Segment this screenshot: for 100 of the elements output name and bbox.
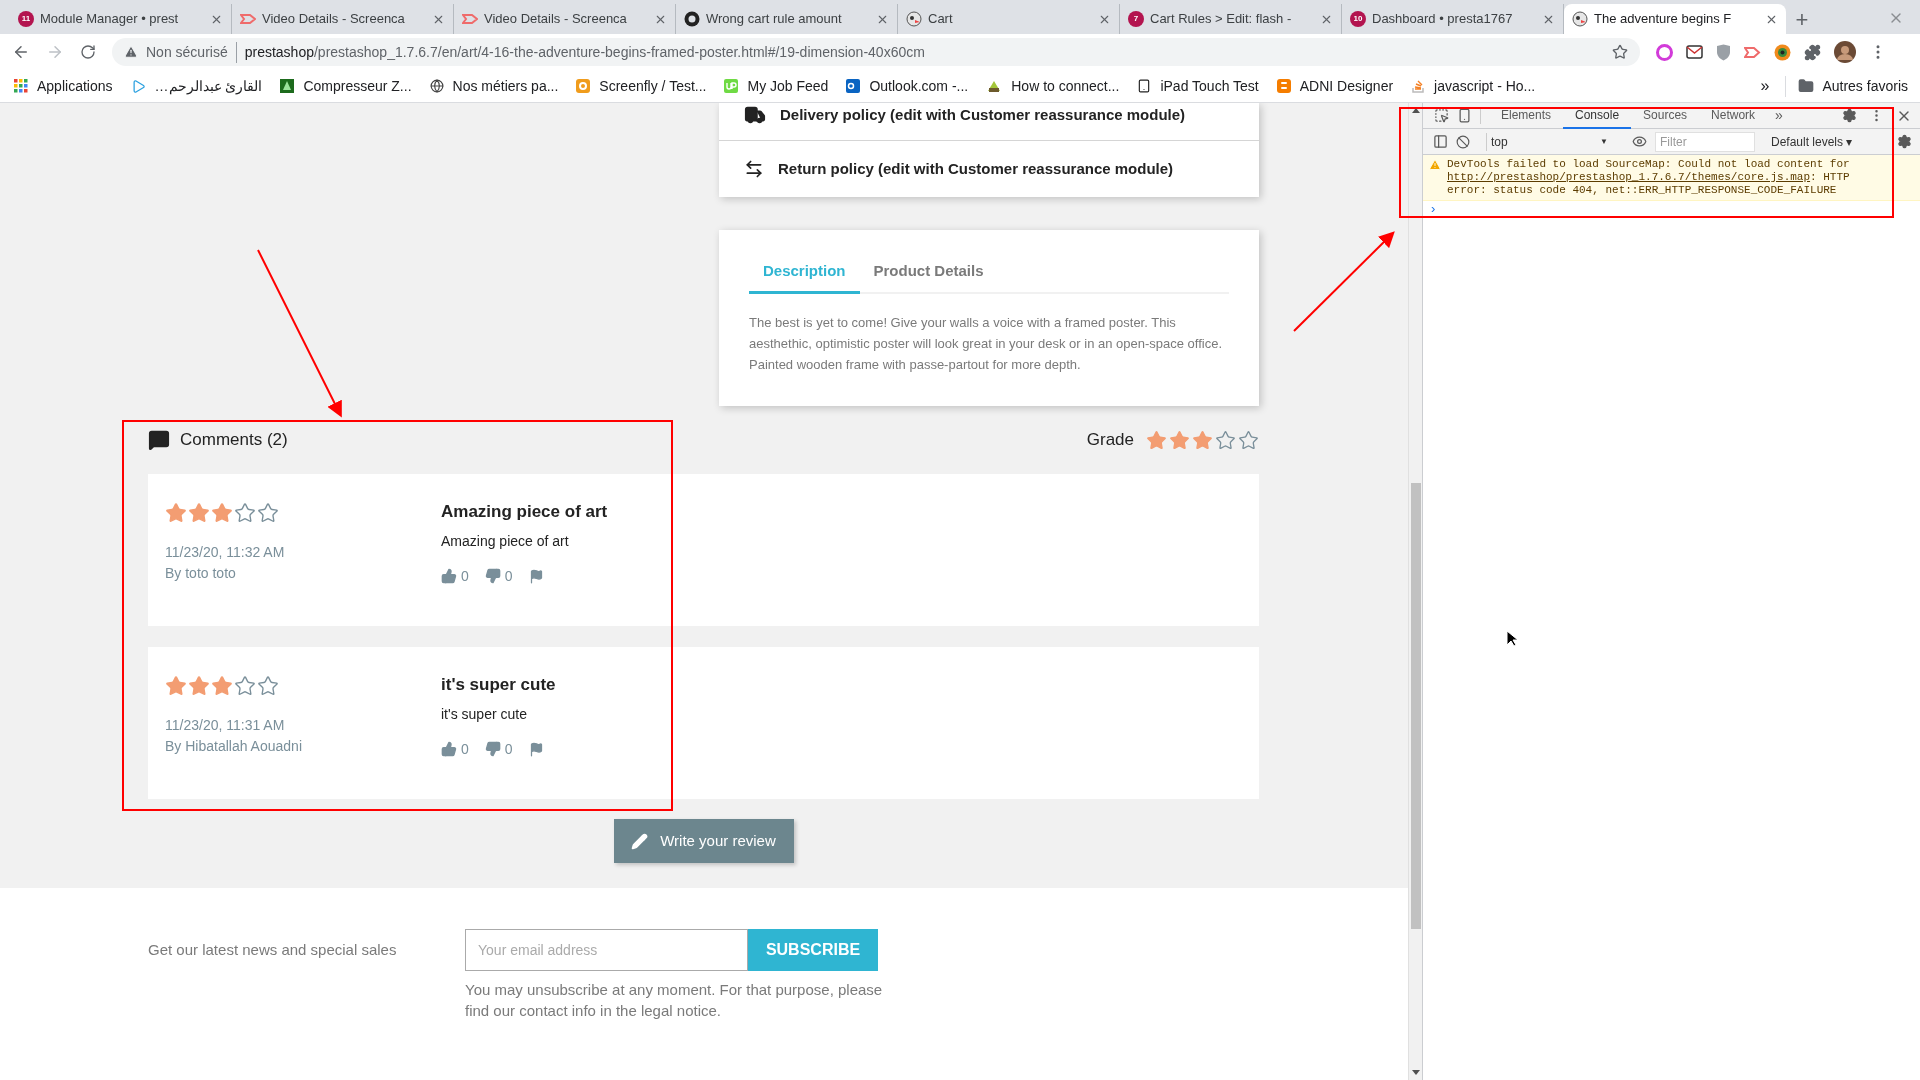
bookmark-item[interactable]: How to connect...: [986, 75, 1120, 97]
tab-badge: 7: [1128, 11, 1144, 27]
bookmark-item[interactable]: Outlook.com -...: [846, 75, 969, 97]
star-icon: [257, 675, 279, 697]
inspect-icon[interactable]: [1434, 108, 1449, 123]
dislike-button[interactable]: 0: [484, 738, 513, 760]
scroll-up-icon[interactable]: [1411, 107, 1420, 113]
product-tab[interactable]: Product Details: [859, 250, 998, 294]
comment-date: 11/23/20, 11:32 AM: [165, 543, 286, 562]
tab-title: Video Details - Screenca: [484, 10, 628, 29]
url-text: prestashop/prestashop_1.7.6.7/en/art/4-16-the-adventure-begins-framed-poster.html#/19-dimension-40x60cm: [244, 42, 925, 62]
newsletter-text: Get our latest news and special sales: [148, 939, 398, 960]
puzzle-icon[interactable]: [1804, 43, 1821, 61]
filter-field[interactable]: Filter: [1655, 131, 1755, 152]
warning-icon: [124, 45, 138, 59]
star-icon: [234, 675, 256, 697]
sidebar-icon[interactable]: [1433, 134, 1448, 149]
star-icon: [1169, 429, 1190, 451]
tab-title: Wrong cart rule amount: [706, 10, 843, 29]
bookmark-item[interactable]: My Job Feed: [724, 75, 829, 97]
comment-title: Amazing piece of art: [441, 501, 608, 523]
star-icon: [188, 675, 210, 697]
mouse-cursor-icon: [1506, 630, 1517, 647]
play-icon: [130, 78, 146, 94]
reload-icon[interactable]: [80, 44, 96, 60]
flag-icon[interactable]: [528, 741, 544, 757]
video-icon[interactable]: [1744, 45, 1761, 59]
like-button[interactable]: 0: [441, 565, 469, 587]
tab-badge: 10: [1350, 11, 1366, 27]
clear-icon[interactable]: [1456, 134, 1470, 149]
eye-icon[interactable]: [1774, 43, 1791, 61]
levels-dropdown[interactable]: Default levels ▾: [1771, 132, 1853, 151]
context-select[interactable]: top ▼: [1486, 132, 1616, 151]
bookmark-item[interactable]: Applications: [14, 75, 113, 97]
comment-icon: [148, 429, 170, 451]
stack-icon: [1411, 79, 1426, 93]
extension-icon[interactable]: [1656, 43, 1673, 61]
globe-icon: [429, 79, 444, 93]
tab-title: Video Details - Screenca: [262, 10, 406, 29]
star-icon: [257, 502, 279, 524]
bookmark-item[interactable]: القارئ عبدالرحم…: [130, 75, 263, 97]
device-icon[interactable]: [1457, 108, 1472, 123]
settings-icon[interactable]: [1897, 134, 1912, 149]
avatar-icon[interactable]: [1834, 41, 1856, 63]
tab-title: Cart: [928, 10, 954, 29]
bookmark-star-icon[interactable]: [1612, 44, 1628, 60]
star-icon: [211, 502, 233, 524]
scrollbar[interactable]: [1408, 103, 1422, 1080]
comment-author: By toto toto: [165, 564, 237, 583]
star-icon: [165, 675, 187, 697]
security-label: Non sécurisé: [146, 41, 237, 63]
console-prompt[interactable]: ›: [1423, 201, 1920, 216]
envelope-icon[interactable]: [1686, 45, 1703, 59]
flag-icon[interactable]: [528, 568, 544, 584]
mail-logo-icon: [846, 79, 861, 93]
tab-title: Dashboard • presta1767: [1372, 10, 1514, 29]
tab-badge: 11: [18, 11, 34, 27]
devtools-tab[interactable]: Network: [1699, 102, 1768, 129]
comment-title: it's super cute: [441, 674, 556, 696]
b-logo-icon: [1276, 79, 1291, 93]
bookmark-item[interactable]: ADNI Designer: [1276, 75, 1394, 97]
bookmark-item[interactable]: Screenfly / Test...: [576, 75, 707, 97]
shield-icon[interactable]: [1716, 43, 1731, 61]
back-icon[interactable]: [12, 43, 30, 61]
swap-arrows-icon: [744, 159, 764, 179]
devtools-tab[interactable]: Elements: [1489, 102, 1564, 129]
settings-icon[interactable]: [1842, 108, 1857, 123]
video-icon: [462, 13, 478, 25]
comment-body: Amazing piece of art: [441, 531, 570, 551]
dislike-button[interactable]: 0: [484, 565, 513, 587]
like-button[interactable]: 0: [441, 738, 469, 760]
bookmark-item[interactable]: javascript - Ho...: [1411, 75, 1536, 97]
apps-grid-icon: [14, 79, 28, 93]
star-icon: [165, 502, 187, 524]
comment-date: 11/23/20, 11:31 AM: [165, 716, 286, 735]
star-icon: [1192, 429, 1213, 451]
folder-icon: [1798, 78, 1815, 94]
scroll-down-icon[interactable]: [1411, 1070, 1420, 1076]
bookmark-item[interactable]: Nos métiers pa...: [429, 75, 559, 97]
browser-tab[interactable]: The adventure begins F: [1564, 4, 1786, 34]
star-icon: [1215, 429, 1236, 451]
grade-label: Grade: [1086, 429, 1134, 452]
tab-title: The adventure begins F: [1594, 10, 1733, 29]
new-tab-button[interactable]: +: [1786, 4, 1818, 34]
other-bookmarks-folder[interactable]: Autres favoris: [1785, 75, 1908, 97]
bookmark-item[interactable]: iPad Touch Test: [1137, 75, 1259, 97]
source-map-link[interactable]: http://prestashop/prestashop_1.7.6.7/themes/core.js.map: [1447, 171, 1811, 183]
more-tabs-button[interactable]: »: [1767, 105, 1791, 126]
bookmark-item[interactable]: Compresseur Z...: [280, 75, 412, 97]
address-field[interactable]: Non sécurisé prestashop/prestashop_1.7.6.7/en/art/4-16-the-adventure-begins-framed-poster.html#/19-dimension-40x60cm: [112, 38, 1640, 66]
message-text: DevTools failed to load SourceMap: Could not load content for http://prestashop/prestashop_1.7.6.7/themes/core.js.map: HTTP error: status code 404, net::ERR_HTTP_RESPONSE_CODE_FAILURE: [1447, 158, 1851, 197]
more-bookmarks-button[interactable]: »: [1760, 74, 1770, 98]
star-icon: [234, 502, 256, 524]
star-icon: [188, 502, 210, 524]
comments-title: Comments (2): [180, 429, 288, 452]
eye-icon[interactable]: [1632, 134, 1647, 149]
pencil-icon: [631, 832, 649, 850]
write-review-button[interactable]: Write your review: [613, 819, 794, 863]
devtools-tab[interactable]: Sources: [1631, 102, 1700, 129]
email-field[interactable]: Your email address: [465, 929, 748, 971]
